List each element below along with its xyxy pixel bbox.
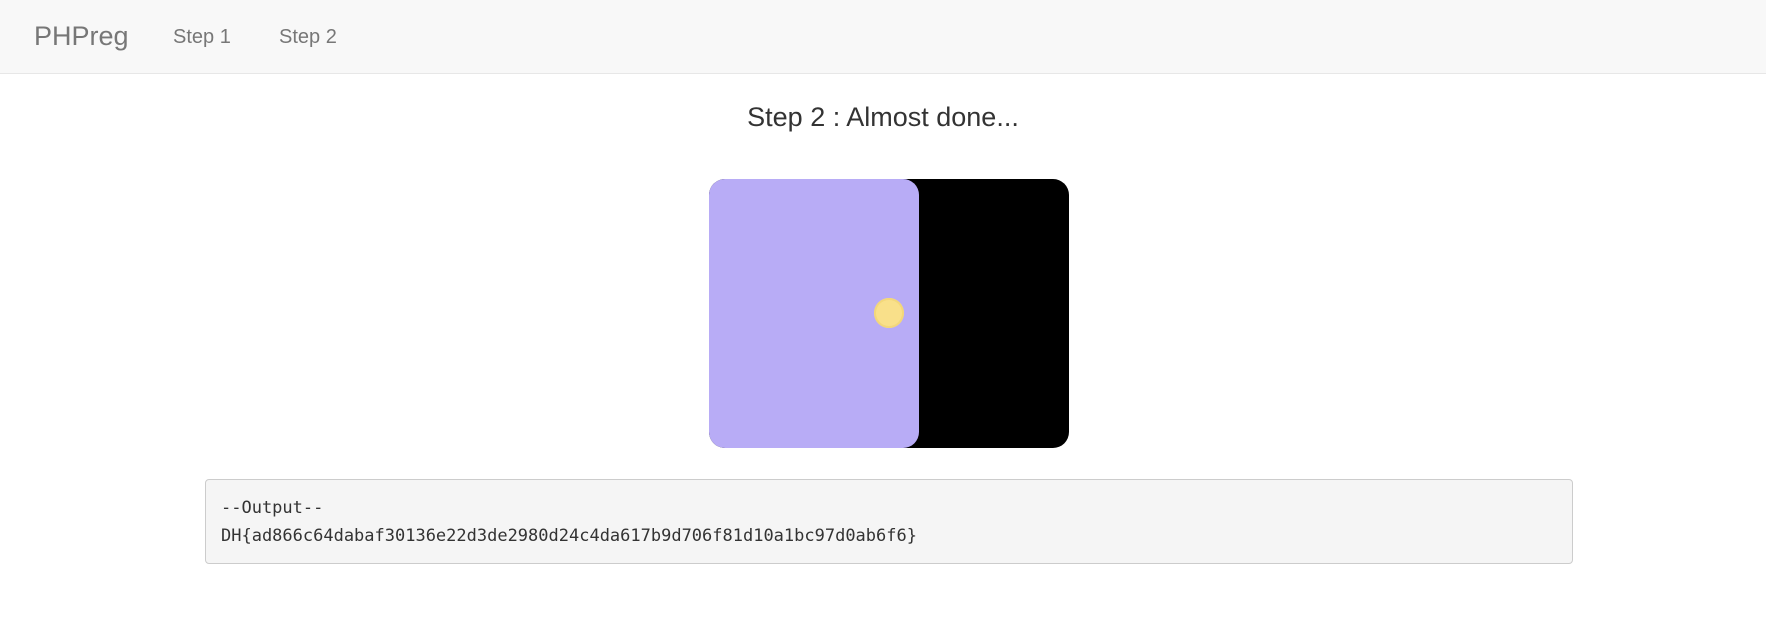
nav-link-step-1[interactable]: Step 1 — [173, 25, 231, 49]
nav-link-step-2[interactable]: Step 2 — [279, 25, 337, 49]
page-title: Step 2 : Almost done... — [747, 102, 1019, 132]
door-knob — [874, 298, 904, 328]
top-navbar: PHPreg Step 1 Step 2 — [0, 0, 1766, 74]
brand-link[interactable]: PHPreg — [34, 20, 129, 52]
output-box: --Output-- DH{ad866c64dabaf30136e22d3de29… — [205, 479, 1573, 564]
output-flag: DH{ad866c64dabaf30136e22d3de2980d24c4da6… — [221, 526, 917, 546]
output-header: --Output-- — [221, 498, 324, 518]
